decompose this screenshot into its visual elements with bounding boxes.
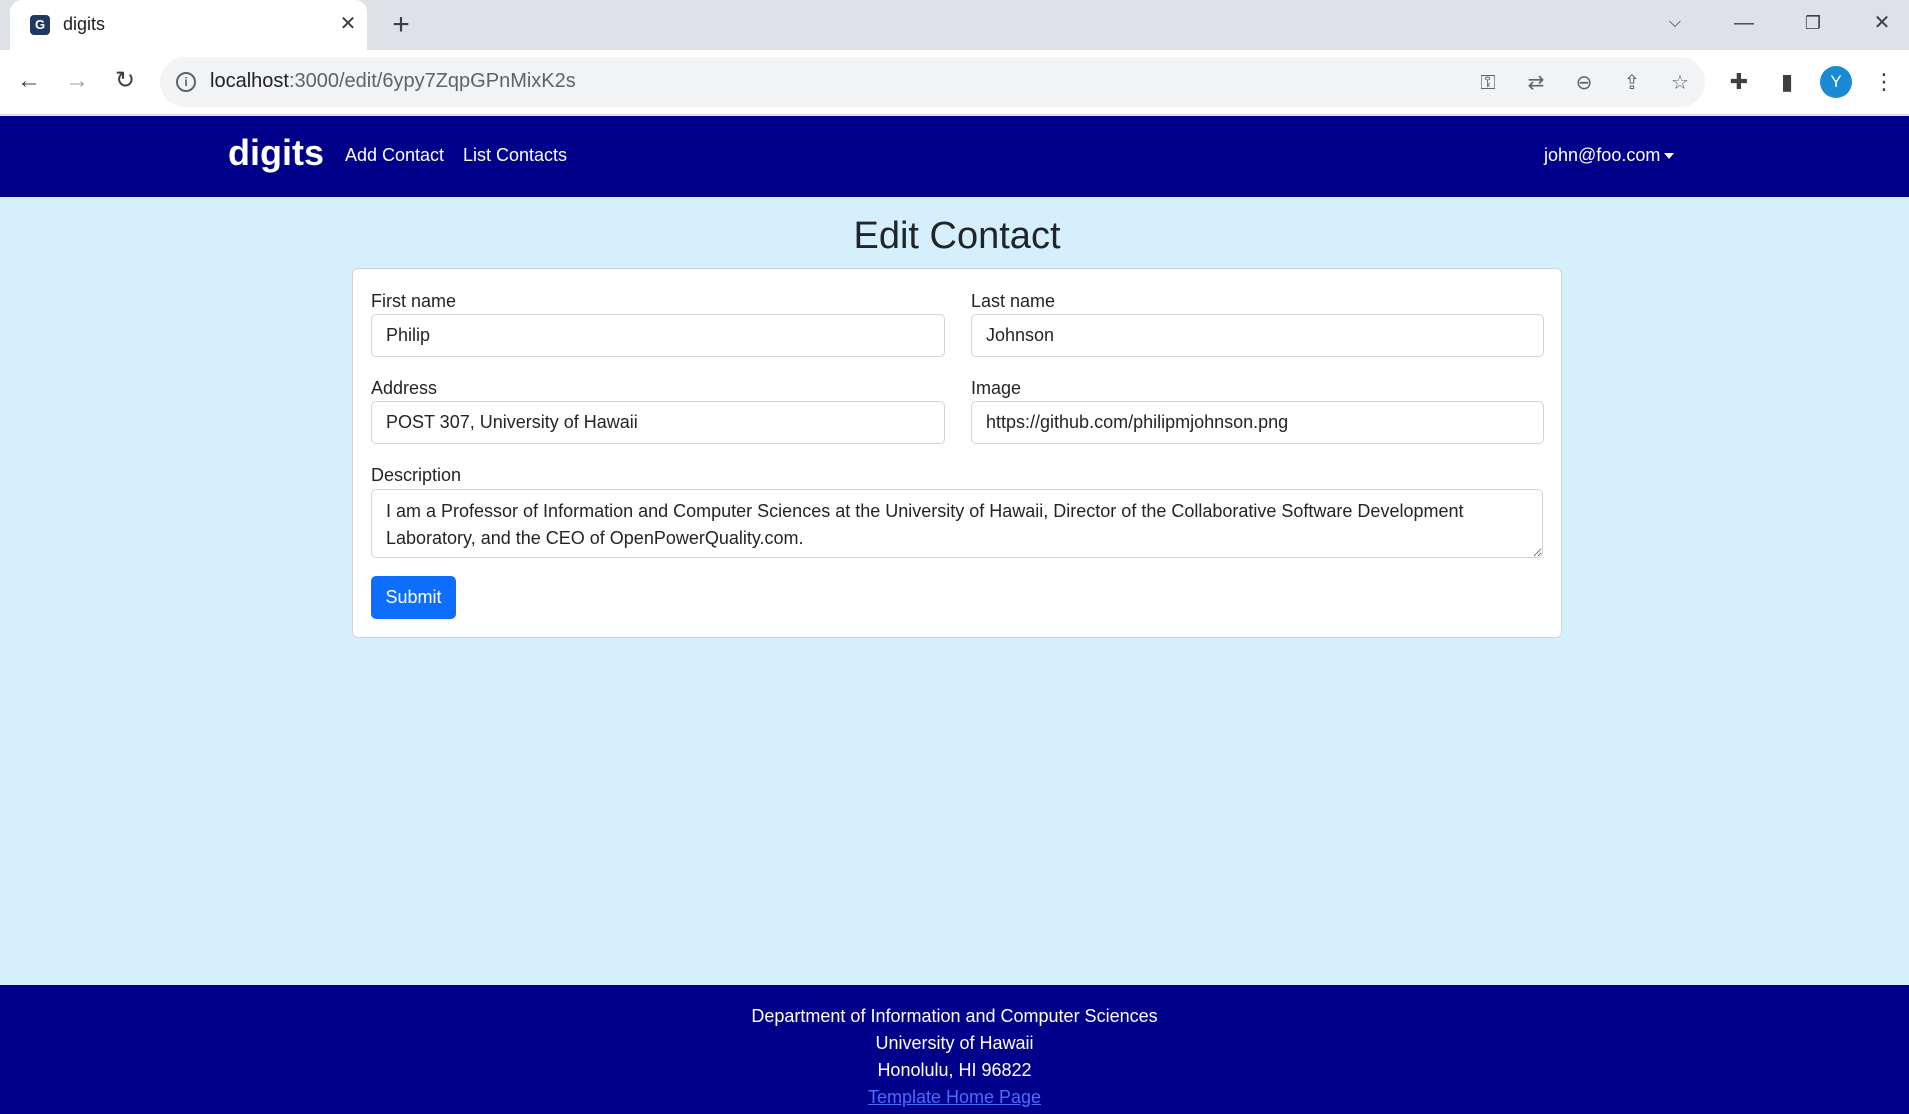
tab-search-icon[interactable]: ⌵ [1655,8,1695,38]
restore-icon[interactable]: ❐ [1793,8,1833,38]
browser-tab[interactable]: G digits ✕ [10,0,367,50]
image-url-input[interactable] [971,401,1544,444]
profile-avatar[interactable]: Y [1820,66,1852,98]
minimize-icon[interactable]: — [1724,8,1764,38]
last-name-input[interactable] [971,314,1544,357]
brand-logo[interactable]: digits [228,132,324,174]
page-title: Edit Contact [853,215,1061,257]
address-bar[interactable]: i localhost:3000/edit/6ypy7ZqpGPnMixK2s … [160,57,1705,107]
tab-close-icon[interactable]: ✕ [335,11,361,37]
description-textarea[interactable]: I am a Professor of Information and Comp… [371,489,1543,558]
browser-toolbar: ← → ↻ i localhost:3000/edit/6ypy7ZqpGPnM… [0,50,1909,115]
description-label: Description [371,465,462,485]
user-dropdown[interactable]: john@foo.com [1544,145,1675,166]
extensions-icon[interactable]: ✚ [1722,65,1756,99]
page-footer: Department of Information and Computer S… [0,985,1909,1114]
address-label: Address [371,378,438,398]
first-name-input[interactable] [371,314,945,357]
nav-list-contacts[interactable]: List Contacts [463,145,567,166]
user-email: john@foo.com [1544,145,1661,165]
image-label: Image [971,378,1022,398]
submit-button[interactable]: Submit [371,576,456,619]
edit-contact-form: First name Last name Address Image Descr… [352,268,1562,638]
browser-tabstrip: G digits ✕ + ⌵ — ❐ ✕ [0,0,1909,50]
close-window-icon[interactable]: ✕ [1862,8,1902,38]
footer-location: Honolulu, HI 96822 [877,1060,1032,1080]
tab-title: digits [63,14,106,34]
caret-down-icon [1664,153,1675,160]
first-name-label: First name [371,291,457,311]
footer-department: Department of Information and Computer S… [751,1006,1158,1026]
favicon-icon: G [30,15,50,35]
new-tab-icon[interactable]: + [385,10,417,42]
reload-icon[interactable]: ↻ [108,64,142,98]
sidepanel-icon[interactable]: ▮ [1770,65,1804,99]
menu-icon[interactable]: ⋮ [1867,65,1901,99]
app-navbar: digits Add Contact List Contacts john@fo… [0,116,1909,197]
zoom-out-icon[interactable]: ⊖ [1570,69,1598,97]
footer-university: University of Hawaii [875,1033,1034,1053]
address-input[interactable] [371,401,945,444]
forward-icon[interactable]: → [60,64,94,98]
last-name-label: Last name [971,291,1056,311]
template-home-link[interactable]: Template Home Page [868,1087,1041,1107]
share-icon[interactable]: ⇪ [1618,69,1646,97]
key-icon[interactable]: ⚿ [1474,69,1502,97]
translate-icon[interactable]: ⇄ [1522,69,1550,97]
info-icon[interactable]: i [176,72,196,92]
back-icon[interactable]: ← [12,64,46,98]
star-icon[interactable]: ☆ [1666,69,1694,97]
nav-add-contact[interactable]: Add Contact [345,145,444,166]
url-text[interactable]: localhost:3000/edit/6ypy7ZqpGPnMixK2s [210,70,576,93]
